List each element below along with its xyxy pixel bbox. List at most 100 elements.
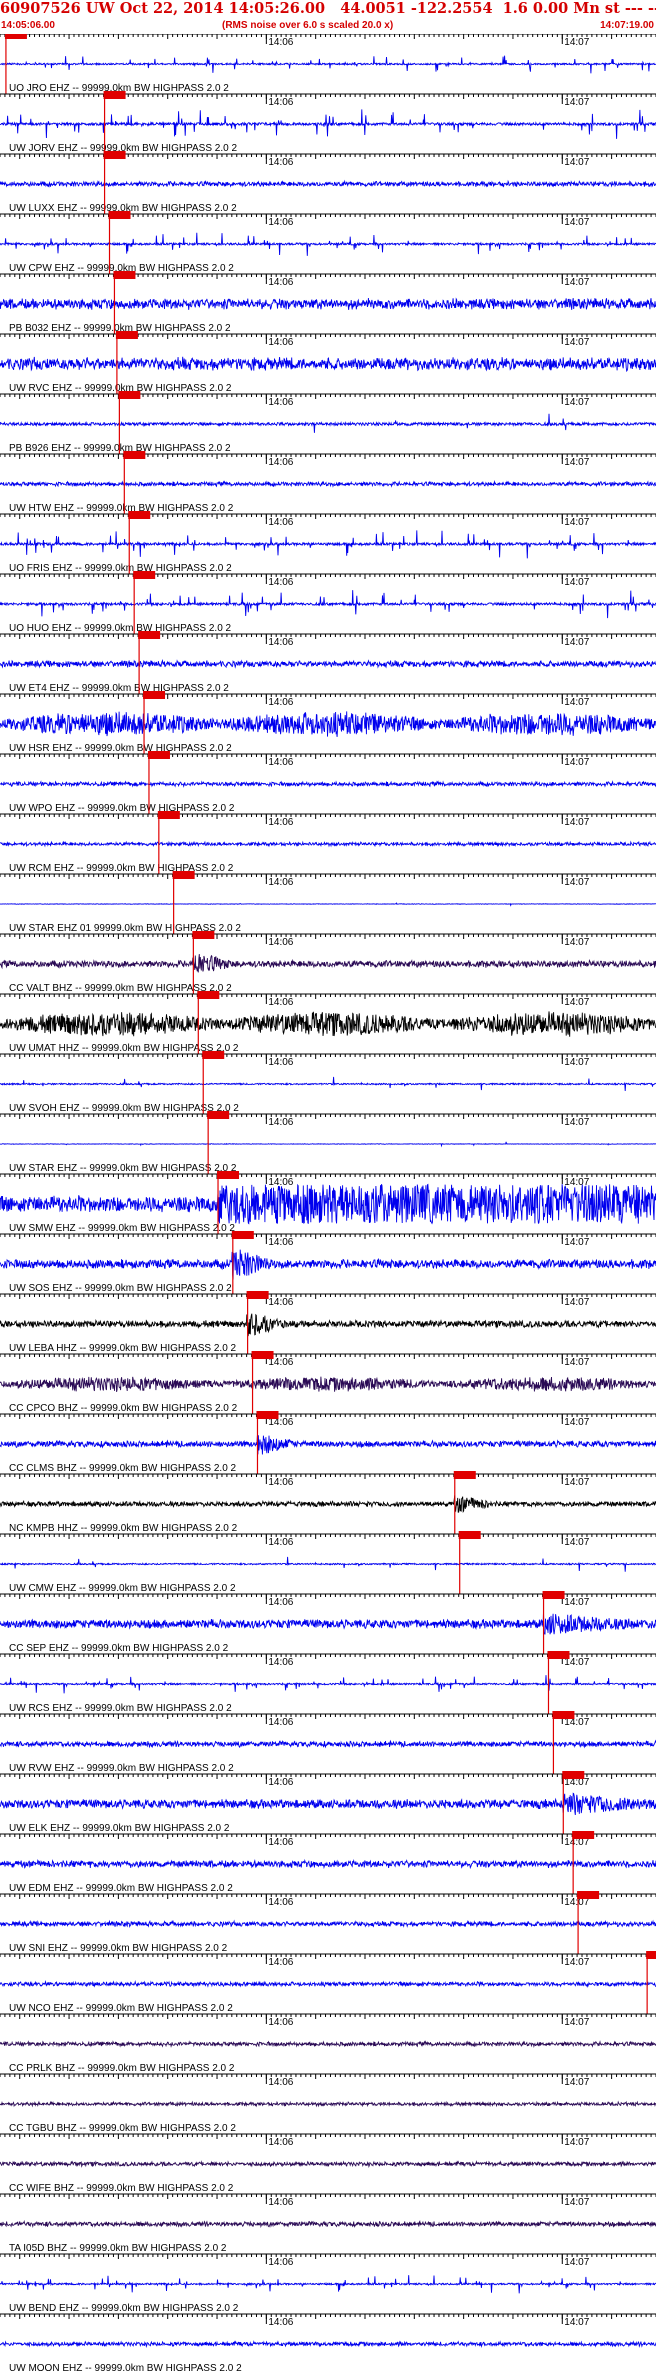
waveform <box>0 590 656 619</box>
minute-label: 14:07 <box>564 1237 589 1248</box>
minute-label: 14:06 <box>268 157 293 168</box>
waveform <box>0 1141 656 1148</box>
minute-label: 14:07 <box>564 877 589 888</box>
minute-label: 14:07 <box>564 217 589 228</box>
trace-row: 14:06 14:07UW SNI EHZ -- 99999.0km BW HIG… <box>0 1891 656 1954</box>
minute-label: 14:06 <box>268 997 293 1008</box>
minute-label: 14:07 <box>564 1297 589 1308</box>
trace-row: 14:06 14:07 CC SEP EHZ -- 99999.0km BW HIG… <box>0 1591 656 1654</box>
rms-note: (RMS noise over 6.0 s scaled 20.0 x) <box>222 20 394 31</box>
trace-row: 14:06 14:07UW JORV EHZ -- 99999.0km BW HI… <box>0 91 656 154</box>
minute-label: 14:07 <box>564 1057 589 1068</box>
pick-marker <box>133 571 156 579</box>
station-label: NC KMPB HHZ -- 99999.0km BW HIGHPASS 2.0… <box>9 1523 238 1534</box>
waveform <box>0 1076 656 1092</box>
station-label: UW SMW EHZ -- 99999.0km BW HIGHPASS 2.0 … <box>9 1223 235 1234</box>
waveform <box>0 1376 656 1392</box>
trace-row: 14:06 14:07UW CPW EHZ -- 99999.0km BW HIG… <box>0 211 656 274</box>
waveform <box>0 1435 656 1455</box>
station-label: UW STAR EHZ -- 99999.0km BW HIGHPASS 2.0… <box>9 1163 237 1174</box>
record-section-plot: 14:06 14:07 UO JRO EHZ -- 99999.0km BW HIG… <box>0 31 656 2378</box>
waveform <box>0 479 656 488</box>
waveform <box>0 1495 656 1513</box>
minute-label: 14:07 <box>564 817 589 828</box>
pick-marker <box>115 331 138 339</box>
station-label: UO HUO EHZ -- 99999.0km BW HIGHPASS 2.0 … <box>9 623 232 634</box>
minute-label: 14:06 <box>268 1897 293 1908</box>
pick-marker <box>202 1051 225 1059</box>
pick-marker <box>542 1591 565 1599</box>
minute-label: 14:06 <box>268 1537 293 1548</box>
pick-marker <box>562 1771 585 1779</box>
trace-row: 14:06 14:07 UW STAR EHZ -- 99999.0km BW HI… <box>0 1111 656 1174</box>
minute-label: 14:06 <box>268 1777 293 1788</box>
trace-row: 14:06 14:07UW UMAT HHZ -- 99999.0km BW HI… <box>0 991 656 1054</box>
minute-label: 14:06 <box>268 397 293 408</box>
trace-row: 14:06 14:07 UW LEBA HHZ -- 99999.0km BW HI… <box>0 1291 656 1354</box>
minute-label: 14:07 <box>564 157 589 168</box>
waveform <box>0 1011 656 1037</box>
station-label: UW SVOH EHZ -- 99999.0km BW HIGHPASS 2.0… <box>9 1103 239 1114</box>
trace-row: 14:06 14:07 UW WPO EHZ -- 99999.0km BW HIG… <box>0 751 656 814</box>
minute-label: 14:06 <box>268 1117 293 1128</box>
pick-marker <box>217 1171 240 1179</box>
station-label: UW WPO EHZ -- 99999.0km BW HIGHPASS 2.0 … <box>9 803 235 814</box>
pick-marker <box>458 1531 481 1539</box>
minute-label: 14:07 <box>564 1957 589 1968</box>
pick-marker <box>256 1411 279 1419</box>
station-label: UW LEBA HHZ -- 99999.0km BW HIGHPASS 2.0… <box>9 1343 237 1354</box>
waveform <box>0 840 656 848</box>
minute-label: 14:06 <box>268 1717 293 1728</box>
trace-row: 14:06 14:07CC CLMS BHZ -- 99999.0km BW HI… <box>0 1411 656 1474</box>
minute-label: 14:07 <box>564 1597 589 1608</box>
pick-marker <box>108 211 131 219</box>
station-label: UW CMW EHZ -- 99999.0km BW HIGHPASS 2.0 … <box>9 1583 236 1594</box>
trace-row: 14:06 14:07 NC KMPB HHZ -- 99999.0km BW HI… <box>0 1471 656 1534</box>
trace-row: 14:06 14:07 UW CMW EHZ -- 99999.0km BW HIG… <box>0 1531 656 1594</box>
minute-label: 14:07 <box>564 1117 589 1128</box>
minute-label: 14:06 <box>268 697 293 708</box>
seismogram-chart: 14:06 14:07UO JRO EHZ -- 99999.0km BW HIG… <box>0 31 656 2374</box>
minute-label: 14:07 <box>564 1537 589 1548</box>
minute-label: 14:06 <box>268 337 293 348</box>
trace-row: 14:06 14:07UO JRO EHZ -- 99999.0km BW HIG… <box>0 31 656 94</box>
minute-label: 14:06 <box>268 937 293 948</box>
waveform <box>0 2040 656 2048</box>
station-label: CC CPCO BHZ -- 99999.0km BW HIGHPASS 2.0… <box>9 1403 238 1414</box>
trace-row: 14:06 14:07UW SMW EHZ -- 99999.0km BW HIG… <box>0 1171 656 1234</box>
station-label: UW SNI EHZ -- 99999.0km BW HIGHPASS 2.0 … <box>9 1943 228 1954</box>
waveform <box>0 1858 656 1870</box>
trace-row: 14:06 14:07 UW HTW EHZ -- 99999.0km BW HIG… <box>0 451 656 514</box>
minute-label: 14:07 <box>564 97 589 108</box>
waveform <box>0 658 656 669</box>
station-label: UO FRIS EHZ -- 99999.0km BW HIGHPASS 2.0… <box>9 563 232 574</box>
pick-marker <box>552 1711 575 1719</box>
station-label: UW ET4 EHZ -- 99999.0km BW HIGHPASS 2.0 … <box>9 683 229 694</box>
event-title: 60907526 UW Oct 22, 2014 14:05:26.00 44.… <box>0 0 656 17</box>
minute-label: 14:07 <box>564 517 589 528</box>
waveform <box>0 1556 656 1572</box>
trace-row: 14:06 14:07UW STAR EHZ 01 99999.0km BW HI… <box>0 871 656 934</box>
trace-row: 14:06 14:07CC TGBU BHZ -- 99999.0km BW HI… <box>0 2073 656 2134</box>
minute-label: 14:06 <box>268 2017 293 2028</box>
pick-marker <box>207 1111 230 1119</box>
pick-marker <box>123 451 146 459</box>
end-time: 14:07:19.00 <box>600 20 654 31</box>
station-label: UW RVW EHZ -- 99999.0km BW HIGHPASS 2.0 … <box>9 1763 234 1774</box>
trace-row: 14:06 14:07UW ELK EHZ -- 99999.0km BW HIG… <box>0 1771 656 1834</box>
pick-marker <box>103 91 126 99</box>
waveform <box>0 109 656 139</box>
station-label: UW RCM EHZ -- 99999.0km BW HIGHPASS 2.0 … <box>9 863 234 874</box>
pick-marker <box>128 511 151 519</box>
waveform <box>0 1675 656 1694</box>
minute-label: 14:06 <box>268 1297 293 1308</box>
minute-label: 14:06 <box>268 457 293 468</box>
pick-marker <box>157 811 180 819</box>
station-label: UW RCS EHZ -- 99999.0km BW HIGHPASS 2.0 … <box>9 1703 232 1714</box>
minute-label: 14:06 <box>268 577 293 588</box>
waveform <box>0 1919 656 1929</box>
waveform <box>0 780 656 788</box>
minute-label: 14:07 <box>564 937 589 948</box>
waveform <box>0 1249 656 1280</box>
waveform <box>0 232 656 256</box>
